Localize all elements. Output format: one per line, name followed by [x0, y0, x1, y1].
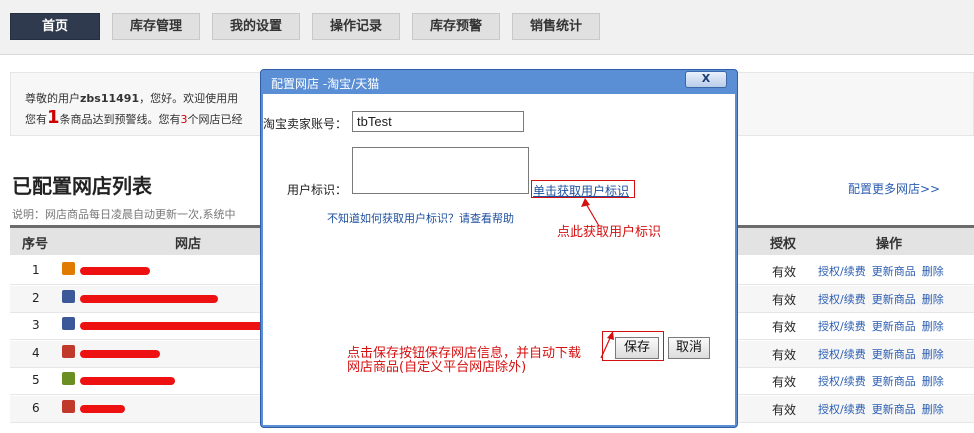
auth-status: 有效 — [772, 320, 797, 334]
redacted-shop-name — [80, 377, 175, 385]
authorize-renew-link[interactable]: 授权/续费 — [818, 348, 866, 361]
authorize-renew-link[interactable]: 授权/续费 — [818, 293, 866, 306]
tab-stock-alert[interactable]: 库存预警 — [412, 13, 500, 40]
get-id-annotation: 点此获取用户标识 — [557, 225, 662, 240]
dialog-body: 淘宝卖家账号： tbTest 用户标识： 单击获取用户标识 不知道如何获取用户标… — [263, 94, 735, 425]
row-number: 4 — [32, 345, 40, 360]
configure-more-shops-link[interactable]: 配置更多网店>> — [848, 180, 940, 197]
auth-status: 有效 — [772, 292, 797, 307]
shop-text: 个网店已经 — [187, 113, 243, 126]
col-shop-header: 网店 — [175, 237, 202, 252]
shop-platform-icon — [62, 372, 75, 385]
update-products-link[interactable]: 更新商品 — [872, 403, 916, 416]
col-ops-header: 操作 — [876, 237, 903, 252]
section-description: 说明：网店商品每日凌晨自动更新一次,系统中 — [12, 208, 236, 221]
shop-platform-icon — [62, 399, 75, 413]
redacted-shop-name — [80, 267, 150, 275]
seller-account-input[interactable]: tbTest — [352, 111, 524, 132]
section-title: 已配置网店列表 — [12, 174, 152, 198]
close-button[interactable]: X — [685, 71, 727, 88]
redacted-shop-name — [80, 404, 125, 413]
save-annotation-line-2: 网店商品(自定义平台网店除外) — [347, 360, 527, 375]
welcome-text: ，您好。欢迎使用用 — [139, 92, 239, 105]
update-products-link[interactable]: 更新商品 — [872, 265, 916, 278]
authorize-renew-link[interactable]: 授权/续费 — [818, 265, 866, 278]
configure-shop-dialog: 配置网店 -淘宝/天猫 X 淘宝卖家账号： tbTest 用户标识： 单击获取用… — [260, 69, 738, 428]
shop-platform-icon — [62, 289, 75, 303]
row-actions: 授权/续费 更新商品 删除 — [818, 373, 950, 389]
warning-count: 1 — [47, 107, 60, 128]
cancel-button[interactable]: 取消 — [668, 337, 710, 359]
delete-link[interactable]: 删除 — [922, 293, 944, 306]
auth-status: 有效 — [772, 347, 797, 362]
shop-platform-icon — [62, 344, 75, 358]
col-no-header: 序号 — [22, 237, 49, 252]
delete-link[interactable]: 删除 — [922, 265, 944, 278]
row-number: 2 — [32, 290, 40, 305]
row-actions: 授权/续费 更新商品 删除 — [818, 291, 950, 307]
delete-link[interactable]: 删除 — [922, 403, 944, 416]
update-products-link[interactable]: 更新商品 — [872, 320, 916, 333]
authorize-renew-link[interactable]: 授权/续费 — [818, 320, 866, 333]
user-id-label: 用户标识： — [287, 183, 348, 197]
update-products-link[interactable]: 更新商品 — [872, 293, 916, 306]
shop-platform-icon — [62, 317, 75, 330]
authorize-renew-link[interactable]: 授权/续费 — [818, 375, 866, 388]
warning-text: 条商品达到预警线。您有 — [59, 113, 181, 126]
delete-link[interactable]: 删除 — [922, 320, 944, 333]
row-number: 1 — [32, 263, 40, 277]
row-actions: 授权/续费 更新商品 删除 — [818, 346, 950, 362]
auth-status: 有效 — [772, 375, 797, 389]
shop-count: 3 — [180, 113, 188, 126]
welcome-greeting: 尊敬的用户 — [25, 92, 80, 105]
tab-operation-log[interactable]: 操作记录 — [312, 13, 400, 40]
dialog-title: 配置网店 -淘宝/天猫 — [271, 77, 380, 91]
shop-platform-icon — [62, 262, 75, 275]
help-link[interactable]: 不知道如何获取用户标识？请查看帮助 — [327, 210, 514, 226]
tab-settings[interactable]: 我的设置 — [212, 13, 300, 40]
tab-inventory[interactable]: 库存管理 — [112, 13, 200, 40]
save-button[interactable]: 保存 — [615, 337, 659, 359]
row-number: 6 — [32, 400, 40, 415]
redacted-shop-name — [80, 322, 268, 330]
row-actions: 授权/续费 更新商品 删除 — [818, 263, 950, 279]
warning-prefix: 您有 — [25, 113, 47, 126]
auth-status: 有效 — [772, 402, 797, 417]
tab-sales-stats[interactable]: 销售统计 — [512, 13, 600, 40]
row-actions: 授权/续费 更新商品 删除 — [818, 401, 950, 417]
update-products-link[interactable]: 更新商品 — [872, 375, 916, 388]
row-number: 3 — [32, 318, 40, 332]
row-actions: 授权/续费 更新商品 删除 — [818, 318, 950, 334]
save-annotation-line-1: 点击保存按钮保存网店信息，并自动下载 — [347, 346, 582, 361]
tab-home[interactable]: 首页 — [10, 13, 100, 40]
auth-status: 有效 — [772, 265, 797, 279]
delete-link[interactable]: 删除 — [922, 348, 944, 361]
user-id-input[interactable] — [352, 147, 529, 194]
row-number: 5 — [32, 373, 40, 387]
redacted-shop-name — [80, 349, 160, 358]
seller-account-label: 淘宝卖家账号： — [263, 117, 348, 131]
top-nav: 首页 库存管理 我的设置 操作记录 库存预警 销售统计 — [0, 0, 974, 55]
username: zbs11491 — [80, 92, 140, 105]
update-products-link[interactable]: 更新商品 — [872, 348, 916, 361]
col-auth-header: 授权 — [770, 237, 797, 252]
delete-link[interactable]: 删除 — [922, 375, 944, 388]
redacted-shop-name — [80, 294, 218, 303]
authorize-renew-link[interactable]: 授权/续费 — [818, 403, 866, 416]
